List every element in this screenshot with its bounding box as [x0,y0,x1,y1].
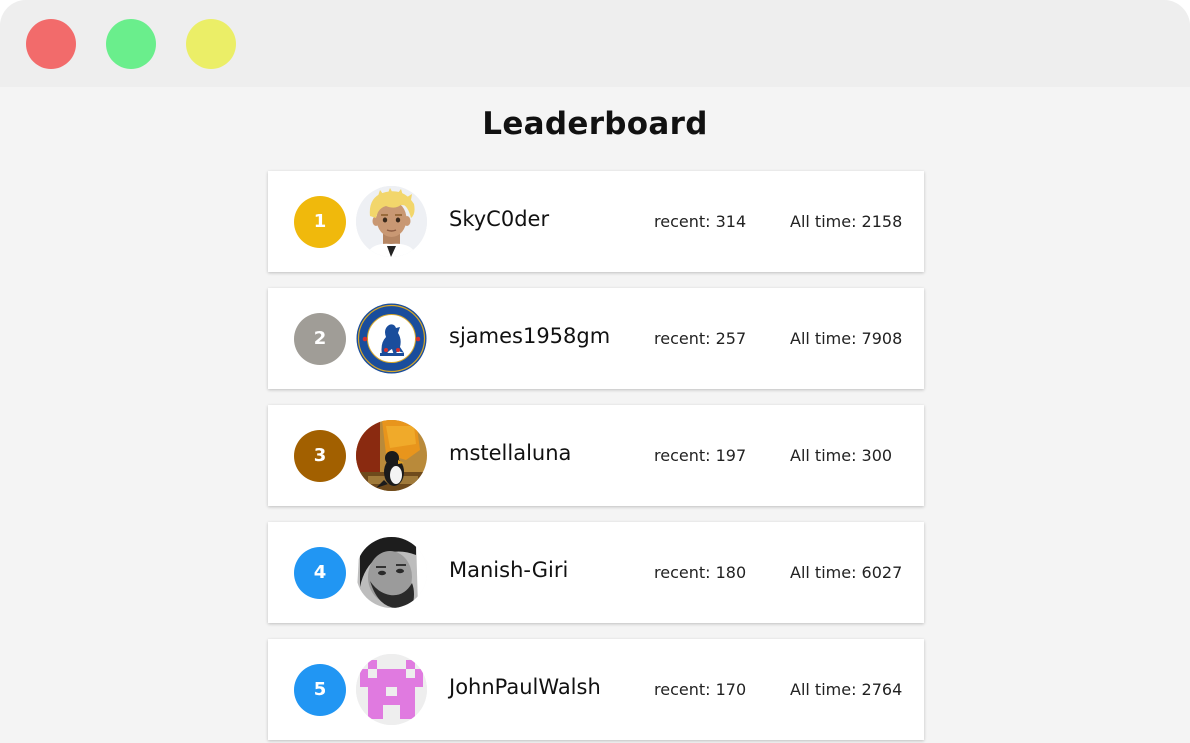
cartoon-blonde-avatar[interactable] [356,186,427,257]
rank-badge: 2 [294,313,346,365]
username[interactable]: SkyC0der [449,207,549,231]
pixel-identicon-avatar[interactable] [356,654,427,725]
recent-score: recent: 314 [654,212,747,231]
username[interactable]: sjames1958gm [449,324,610,348]
recent-score: recent: 180 [654,563,747,582]
rank-badge: 3 [294,430,346,482]
leaderboard-row[interactable]: 3 mstellaluna recent: 197 All time: 300 [268,405,924,506]
rank-badge: 1 [294,196,346,248]
maximize-window-button[interactable] [186,19,236,69]
leaderboard-row[interactable]: 1 SkyC0der recent: 314 All time: 2158 [268,171,924,272]
leaderboard-row[interactable]: 5 JohnPaulWalsh recent: 170 All time: 27… [268,639,924,740]
title-bar [0,0,1190,87]
all-time-score: All time: 300 [790,446,893,465]
all-time-score: All time: 2764 [790,680,903,699]
username[interactable]: JohnPaulWalsh [449,675,601,699]
page-title: Leaderboard [482,106,708,142]
close-window-button[interactable] [26,19,76,69]
all-time-score: All time: 7908 [790,329,903,348]
rank-badge: 5 [294,664,346,716]
all-time-score: All time: 6027 [790,563,903,582]
app-window: Leaderboard 1 SkyC0der recent: 314 All t… [0,0,1190,743]
username[interactable]: mstellaluna [449,441,571,465]
chelsea-crest-avatar[interactable] [356,303,427,374]
photo-man-avatar[interactable] [356,537,427,608]
username[interactable]: Manish-Giri [449,558,568,582]
rank-badge: 4 [294,547,346,599]
recent-score: recent: 257 [654,329,747,348]
recent-score: recent: 197 [654,446,747,465]
minimize-window-button[interactable] [106,19,156,69]
cartoon-penguin-avatar[interactable] [356,420,427,491]
recent-score: recent: 170 [654,680,747,699]
leaderboard-row[interactable]: 4 Manish-Giri recent: 180 All time: 6027 [268,522,924,623]
leaderboard-row[interactable]: 2 sjames1958gm recent: 257 All time: 790… [268,288,924,389]
all-time-score: All time: 2158 [790,212,903,231]
